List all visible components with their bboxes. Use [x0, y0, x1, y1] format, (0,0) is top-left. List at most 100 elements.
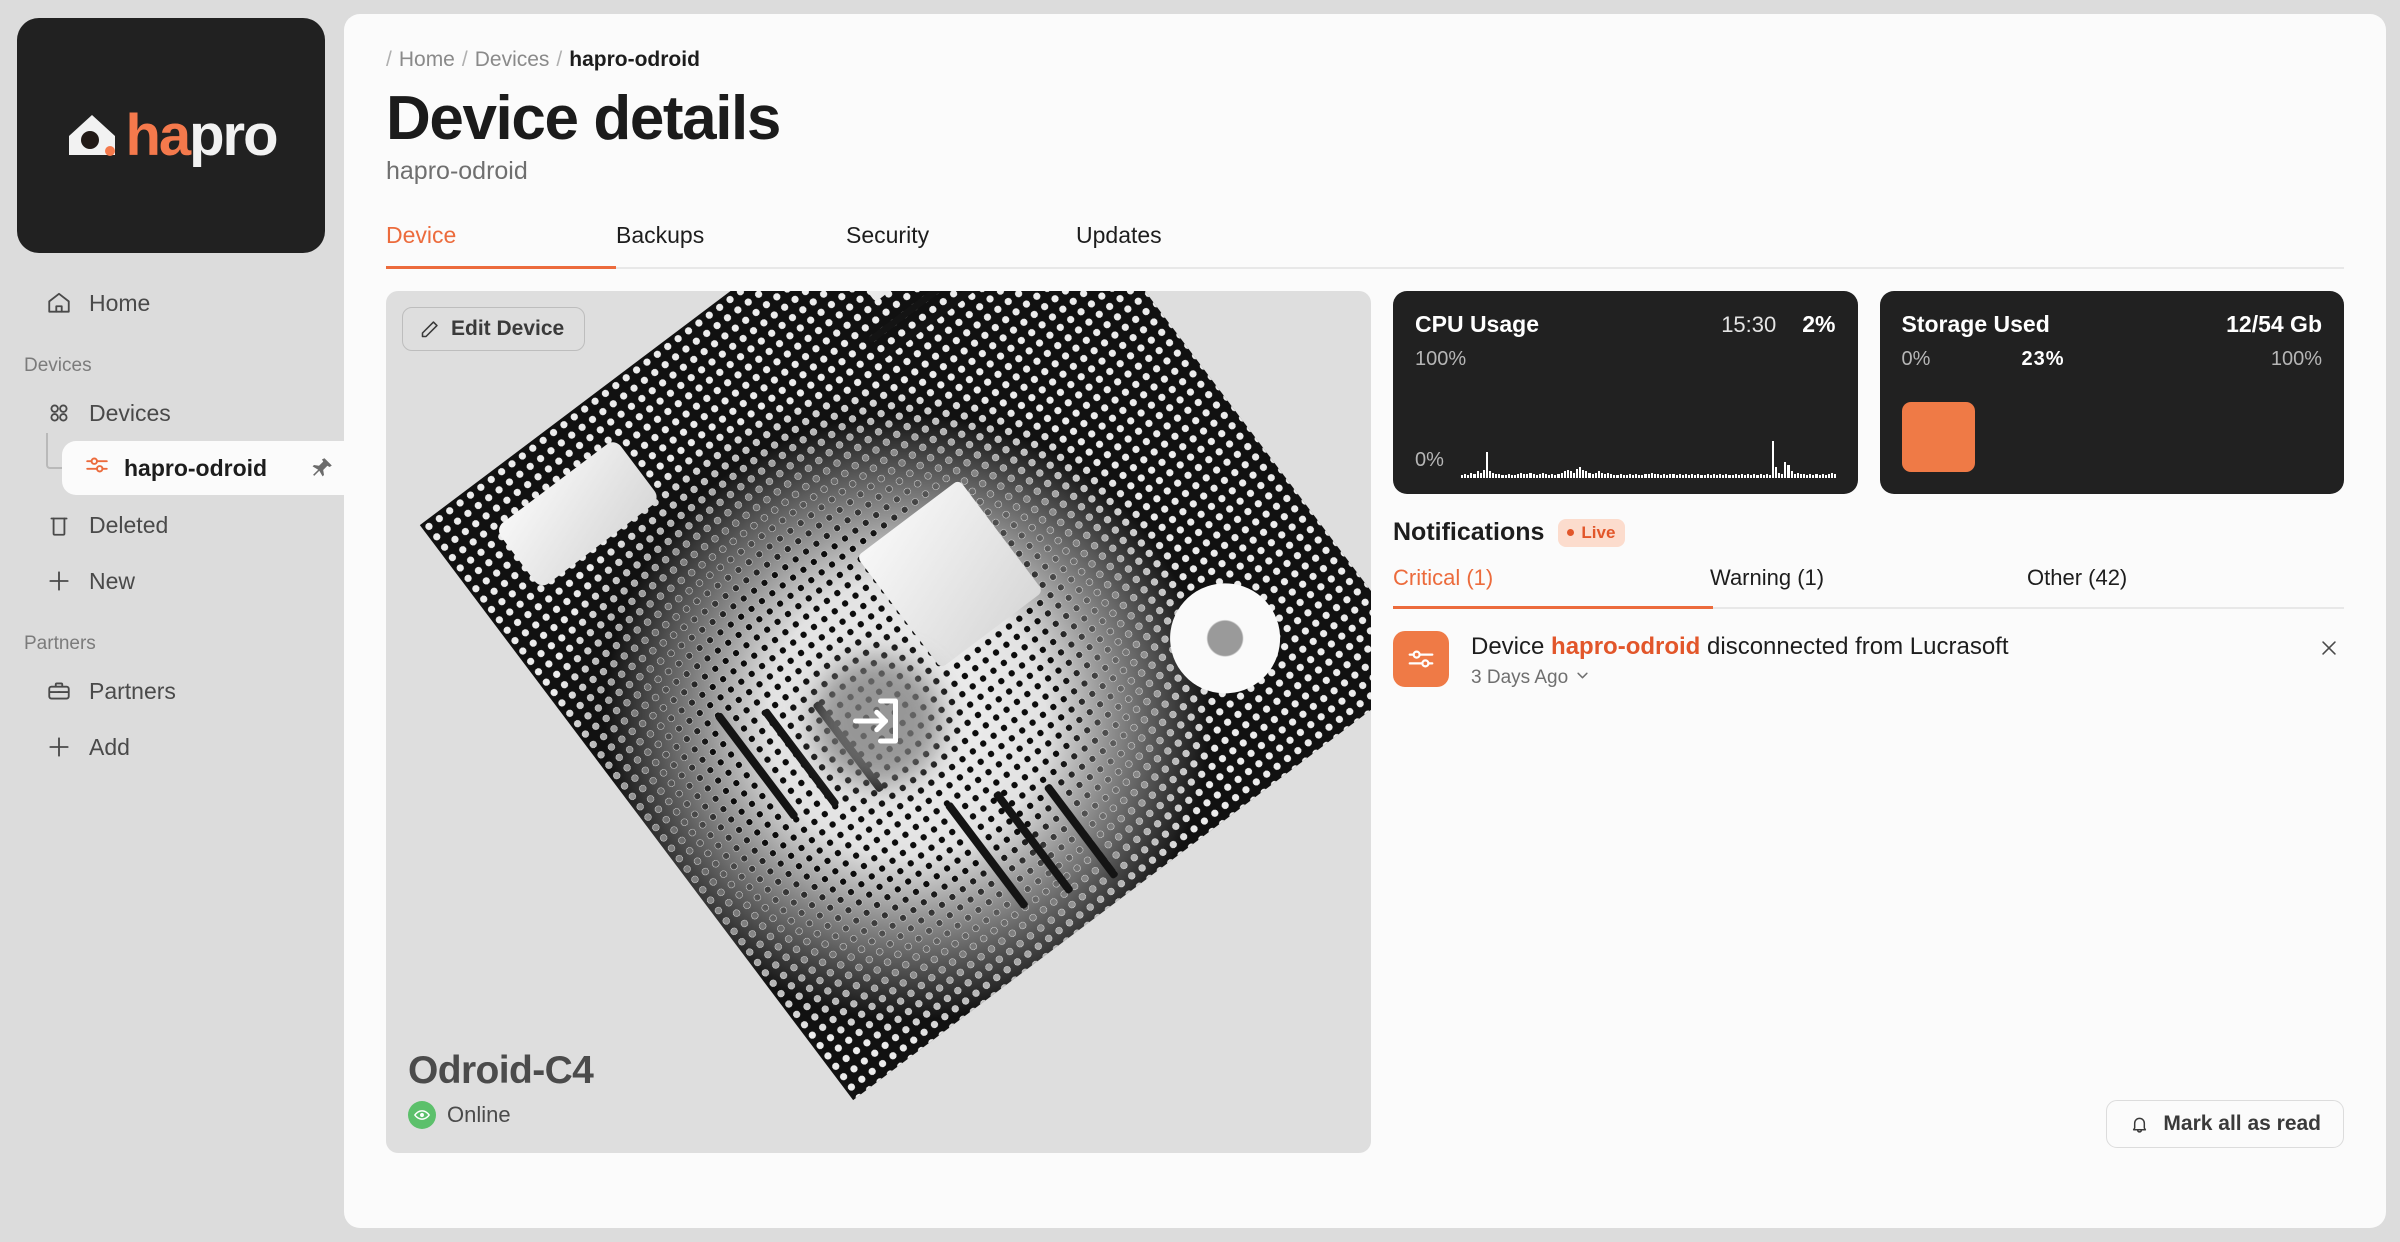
- sidebar-group-label-partners: Partners: [24, 633, 96, 654]
- device-model-name: Odroid-C4: [408, 1049, 594, 1093]
- brand-wordmark-accent: ha: [125, 102, 191, 168]
- breadcrumb-separator: /: [386, 48, 392, 71]
- chevron-down-icon[interactable]: [1575, 667, 1590, 689]
- plus-icon: [46, 734, 72, 760]
- page-header: / Home / Devices / hapro-odroid Device d…: [344, 14, 2386, 270]
- tab-security[interactable]: Security: [846, 222, 1076, 267]
- sidebar-item-label: hapro-odroid: [124, 454, 268, 481]
- sidebar-item-label: Devices: [89, 399, 171, 426]
- sliders-icon: [84, 452, 110, 484]
- tab-other[interactable]: Other (42): [2027, 565, 2344, 607]
- notification-list: Device hapro-odroid disconnected from Lu…: [1393, 609, 2344, 689]
- briefcase-icon: [46, 678, 72, 704]
- cpu-usage-value: 2%: [1802, 311, 1836, 338]
- edit-device-label: Edit Device: [451, 317, 565, 341]
- sliders-icon: [1393, 631, 1449, 688]
- notification-text: Device hapro-odroid disconnected from Lu…: [1471, 633, 2292, 661]
- sidebar-item-label: Deleted: [89, 511, 169, 538]
- sidebar-item-partners[interactable]: Partners: [14, 663, 344, 719]
- trash-icon: [46, 512, 72, 538]
- edit-device-button[interactable]: Edit Device: [402, 307, 586, 352]
- tab-updates[interactable]: Updates: [1076, 222, 1306, 267]
- page-title: Device details: [386, 84, 781, 153]
- page-subtitle: hapro-odroid: [386, 157, 528, 186]
- live-dot-icon: [1567, 529, 1575, 537]
- eye-icon: [408, 1101, 436, 1130]
- status-badge: Online: [408, 1101, 593, 1130]
- tab-device[interactable]: Device: [386, 222, 616, 270]
- sidebar-nav: Home Devices Devices hapro-odroid Delete…: [14, 275, 352, 775]
- device-preview-card: Edit Device Odroid-C4 Online: [386, 291, 1371, 1154]
- live-badge: Live: [1558, 518, 1626, 547]
- pencil-icon: [419, 319, 440, 340]
- house-icon: [46, 290, 72, 316]
- sidebar-group-label-devices: Devices: [24, 355, 92, 376]
- sidebar-item-new[interactable]: New: [14, 553, 344, 609]
- cpu-usage-time: 15:30: [1721, 312, 1777, 338]
- sidebar-item-label: New: [89, 567, 136, 594]
- tab-backups[interactable]: Backups: [616, 222, 846, 267]
- notification-text-before: Device: [1471, 633, 1552, 661]
- status-label: Online: [447, 1102, 511, 1128]
- sidebar: hapro Home Devices Devices hapro-odroid …: [14, 14, 352, 1228]
- cpu-axis-top-label: 100%: [1415, 348, 1467, 371]
- list-item[interactable]: Device hapro-odroid disconnected from Lu…: [1393, 631, 2344, 689]
- breadcrumb-item-home[interactable]: Home: [399, 48, 455, 72]
- breadcrumb: / Home / Devices / hapro-odroid: [386, 48, 2344, 72]
- content-area: Edit Device Odroid-C4 Online CPU Usage 1…: [344, 269, 2386, 1154]
- sidebar-item-label: Partners: [89, 677, 176, 704]
- sidebar-item-hapro-odroid[interactable]: hapro-odroid: [62, 441, 352, 495]
- tab-warning[interactable]: Warning (1): [1710, 565, 2027, 607]
- cpu-usage-title: CPU Usage: [1415, 311, 1539, 338]
- storage-used-card: Storage Used 12/54 Gb 0% 23% 100%: [1879, 291, 2344, 495]
- metrics-notifications-column: CPU Usage 15:30 2% 100% 0% Storage Used …: [1393, 291, 2344, 1153]
- grid-dots-icon: [46, 400, 72, 426]
- notification-timestamp: 3 Days Ago: [1471, 667, 1569, 689]
- breadcrumb-item-devices[interactable]: Devices: [475, 48, 550, 72]
- notification-tab-bar: Critical (1) Warning (1) Other (42): [1393, 565, 2344, 610]
- mark-all-as-read-button[interactable]: Mark all as read: [2106, 1100, 2344, 1148]
- halftone-circuit-board-image: [386, 291, 1371, 1153]
- storage-axis-mid-label: 23%: [2021, 348, 2065, 371]
- brand-logo[interactable]: hapro: [17, 18, 325, 253]
- pin-icon[interactable]: [310, 456, 334, 480]
- sidebar-item-add[interactable]: Add: [14, 719, 344, 775]
- cpu-usage-card: CPU Usage 15:30 2% 100% 0%: [1393, 291, 1858, 495]
- breadcrumb-separator: /: [556, 48, 563, 71]
- mark-all-row: Mark all as read: [2106, 1100, 2344, 1148]
- storage-used-bar: [1901, 402, 1976, 473]
- notification-text-after: disconnected from Lucrasoft: [1700, 633, 2009, 661]
- storage-used-value: 12/54 Gb: [2226, 311, 2322, 338]
- device-meta: Odroid-C4 Online: [408, 1049, 594, 1130]
- tab-bar: Device Backups Security Updates: [386, 222, 2344, 270]
- storage-used-title: Storage Used: [1901, 311, 2050, 338]
- close-icon[interactable]: [2314, 633, 2344, 663]
- device-column: Edit Device Odroid-C4 Online: [386, 291, 1371, 1154]
- notification-timestamp-row[interactable]: 3 Days Ago: [1471, 667, 2292, 689]
- metric-cards: CPU Usage 15:30 2% 100% 0% Storage Used …: [1393, 291, 2344, 495]
- storage-axis-right-label: 100%: [2270, 348, 2322, 371]
- plus-icon: [46, 568, 72, 594]
- notification-device-link[interactable]: hapro-odroid: [1551, 633, 1700, 660]
- brand-wordmark: hapro: [125, 106, 278, 165]
- breadcrumb-item-current: hapro-odroid: [569, 48, 700, 71]
- mark-all-as-read-label: Mark all as read: [2163, 1112, 2321, 1135]
- cpu-axis-bottom-label: 0%: [1415, 449, 1444, 472]
- notifications-title: Notifications: [1393, 518, 1545, 547]
- live-badge-label: Live: [1581, 522, 1616, 542]
- sidebar-item-label: Add: [89, 733, 130, 760]
- sidebar-item-label: Home: [89, 289, 151, 316]
- breadcrumb-separator: /: [461, 48, 468, 71]
- tab-critical[interactable]: Critical (1): [1393, 565, 1713, 610]
- sidebar-item-deleted[interactable]: Deleted: [14, 497, 344, 553]
- bell-icon: [2129, 1114, 2150, 1135]
- storage-axis-left-label: 0%: [1901, 348, 1931, 371]
- app-window: hapro Home Devices Devices hapro-odroid …: [0, 0, 2400, 1242]
- house-dot-icon: [65, 109, 119, 163]
- login-arrow-icon[interactable]: [848, 691, 908, 751]
- notifications-section: Notifications Live Critical (1) Warning …: [1393, 518, 2344, 689]
- sidebar-item-home[interactable]: Home: [14, 275, 344, 331]
- main-panel: / Home / Devices / hapro-odroid Device d…: [344, 14, 2386, 1228]
- sidebar-subitem-wrapper: hapro-odroid: [14, 433, 352, 497]
- cpu-usage-sparkline: [1461, 408, 1837, 479]
